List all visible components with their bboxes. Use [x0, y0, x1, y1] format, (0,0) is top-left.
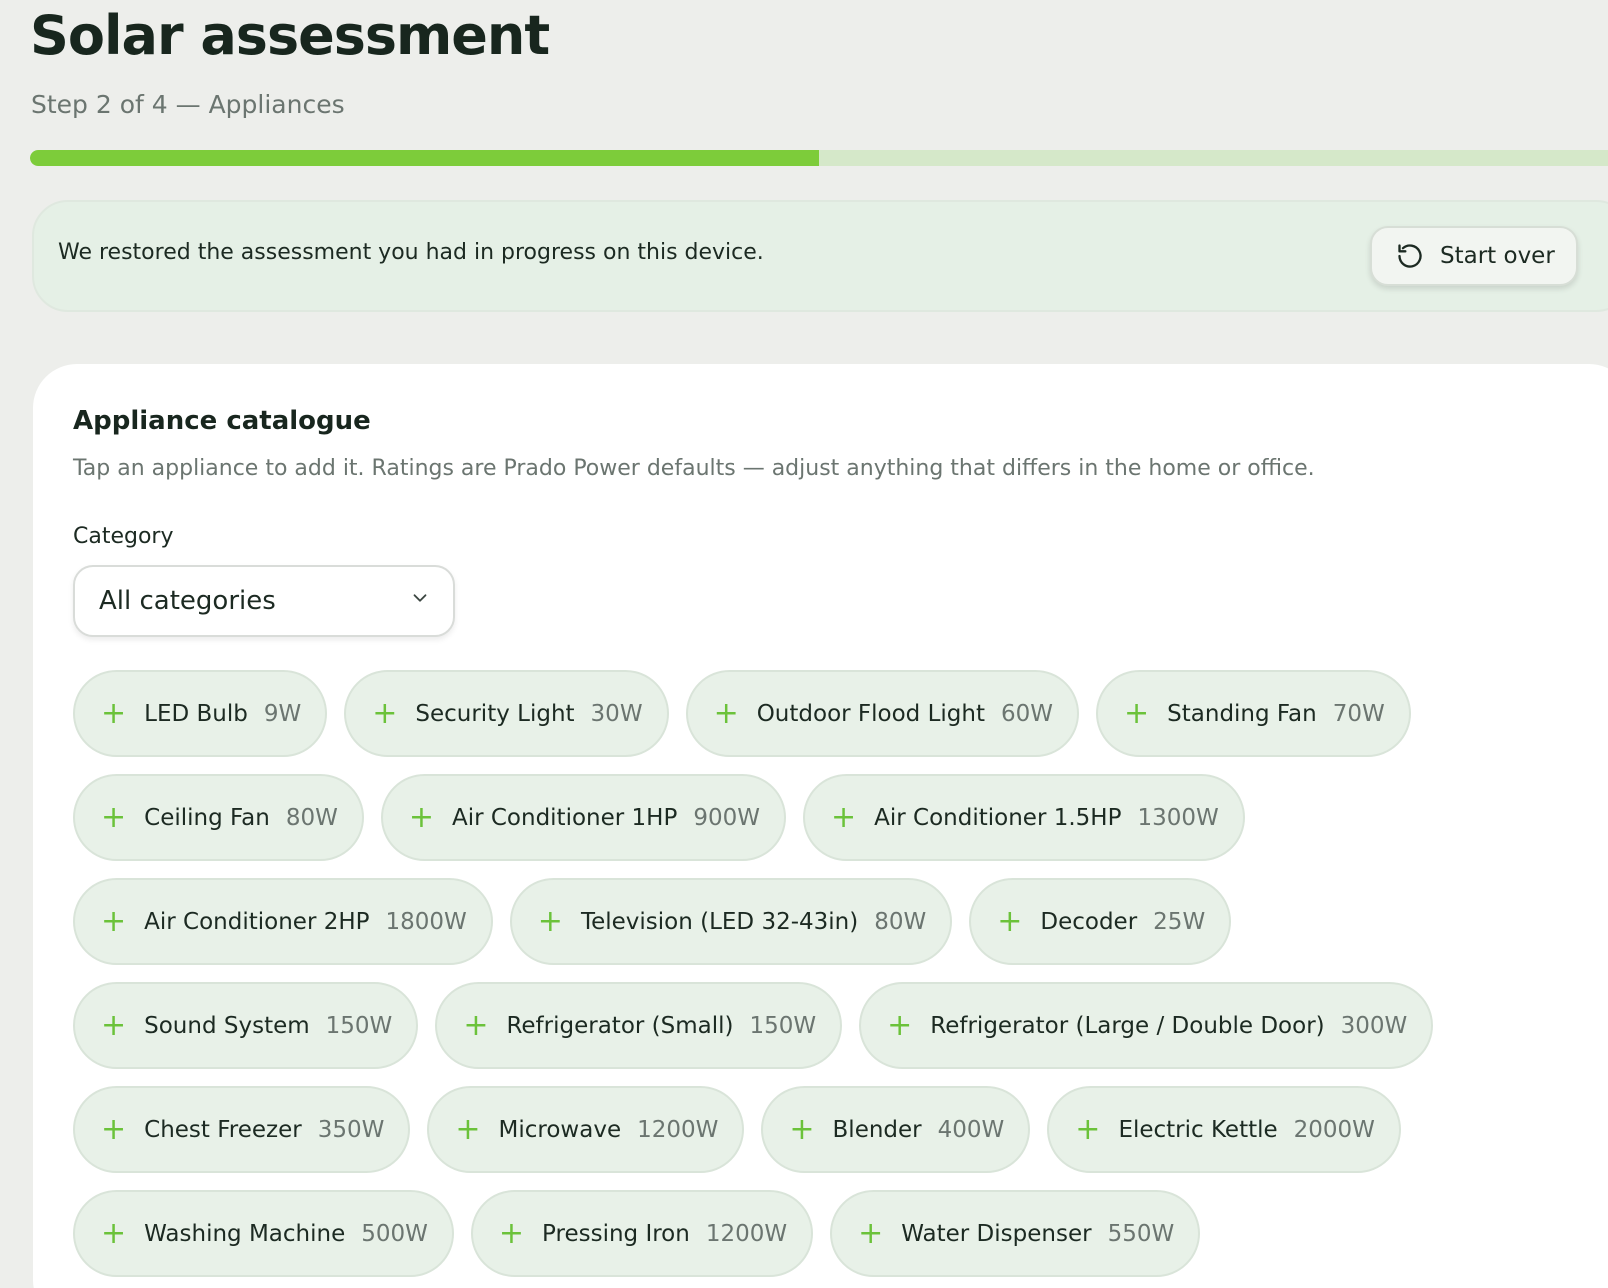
appliance-name: Outdoor Flood Light: [756, 700, 985, 727]
appliance-chip[interactable]: + Standing Fan 70W: [1096, 670, 1411, 757]
page: Solar assessment Step 2 of 4 — Appliance…: [0, 0, 1608, 1288]
appliance-wattage: 25W: [1153, 908, 1206, 935]
plus-icon: +: [372, 695, 398, 731]
plus-icon: +: [713, 695, 739, 731]
appliance-name: Decoder: [1040, 908, 1138, 935]
appliance-name: LED Bulb: [144, 700, 248, 727]
plus-icon: +: [408, 799, 434, 835]
appliance-wattage: 1300W: [1137, 804, 1219, 831]
appliance-chip[interactable]: + Ceiling Fan 80W: [73, 774, 364, 861]
appliance-wattage: 150W: [749, 1012, 817, 1039]
plus-icon: +: [101, 799, 127, 835]
appliance-chip[interactable]: + Air Conditioner 1HP 900W: [380, 774, 786, 861]
appliance-wattage: 80W: [874, 908, 927, 935]
plus-icon: +: [1075, 1111, 1101, 1147]
appliance-name: Refrigerator (Small): [506, 1012, 734, 1039]
appliance-chip[interactable]: + Air Conditioner 1.5HP 1300W: [803, 774, 1245, 861]
appliance-name: Air Conditioner 2HP: [144, 908, 370, 935]
plus-icon: +: [101, 1007, 127, 1043]
appliance-wattage: 60W: [1001, 700, 1054, 727]
appliance-wattage: 1800W: [385, 908, 467, 935]
appliance-wattage: 550W: [1107, 1220, 1175, 1247]
plus-icon: +: [463, 1007, 489, 1043]
appliance-chip[interactable]: + Air Conditioner 2HP 1800W: [73, 878, 493, 965]
appliance-name: Blender: [832, 1116, 922, 1143]
plus-icon: +: [831, 799, 857, 835]
appliance-chip[interactable]: + Microwave 1200W: [427, 1086, 745, 1173]
appliance-chip[interactable]: + Electric Kettle 2000W: [1047, 1086, 1401, 1173]
plus-icon: +: [997, 903, 1023, 939]
appliance-name: Sound System: [144, 1012, 310, 1039]
appliance-catalogue-card: Appliance catalogue Tap an appliance to …: [33, 364, 1608, 1288]
plus-icon: +: [858, 1215, 884, 1251]
category-select[interactable]: All categories: [73, 565, 455, 637]
appliance-wattage: 1200W: [637, 1116, 719, 1143]
appliance-wattage: 150W: [325, 1012, 393, 1039]
chevron-down-icon: [409, 586, 431, 616]
catalogue-description: Tap an appliance to add it. Ratings are …: [73, 456, 1315, 481]
appliance-name: Refrigerator (Large / Double Door): [930, 1012, 1325, 1039]
start-over-button[interactable]: Start over: [1370, 226, 1578, 286]
plus-icon: +: [101, 695, 127, 731]
step-indicator: Step 2 of 4 — Appliances: [31, 90, 345, 119]
appliance-name: Pressing Iron: [542, 1220, 690, 1247]
appliance-name: Microwave: [498, 1116, 622, 1143]
appliance-wattage: 2000W: [1293, 1116, 1375, 1143]
plus-icon: +: [455, 1111, 481, 1147]
appliance-chip[interactable]: + Security Light 30W: [344, 670, 669, 757]
appliance-wattage: 30W: [590, 700, 643, 727]
progress-bar-fill: [30, 150, 819, 166]
appliance-chip[interactable]: + Pressing Iron 1200W: [470, 1190, 814, 1277]
appliance-wattage: 500W: [361, 1220, 428, 1247]
appliance-wattage: 900W: [693, 804, 760, 831]
appliance-chip[interactable]: + Water Dispenser 550W: [830, 1190, 1201, 1277]
appliance-chip[interactable]: + Refrigerator (Large / Double Door) 300W: [859, 982, 1434, 1069]
plus-icon: +: [101, 1111, 127, 1147]
catalogue-title: Appliance catalogue: [73, 406, 371, 436]
appliance-wattage: 300W: [1340, 1012, 1408, 1039]
restore-notice: We restored the assessment you had in pr…: [32, 200, 1608, 312]
appliance-chip[interactable]: + LED Bulb 9W: [73, 670, 328, 757]
progress-bar: [30, 150, 1608, 166]
appliance-chip[interactable]: + Outdoor Flood Light 60W: [685, 670, 1080, 757]
page-title: Solar assessment: [30, 4, 550, 67]
appliance-chip[interactable]: + Blender 400W: [761, 1086, 1031, 1173]
appliance-name: Washing Machine: [144, 1220, 346, 1247]
appliance-name: Electric Kettle: [1118, 1116, 1278, 1143]
appliance-wattage: 350W: [317, 1116, 385, 1143]
appliance-name: Water Dispenser: [901, 1220, 1092, 1247]
appliance-list: + LED Bulb 9W + Security Light 30W + Outdoor Fl…: [73, 670, 1593, 1277]
restart-icon: [1396, 242, 1424, 270]
appliance-name: Air Conditioner 1HP: [451, 804, 678, 831]
appliance-wattage: 70W: [1332, 700, 1385, 727]
appliance-name: Standing Fan: [1167, 700, 1317, 727]
plus-icon: +: [101, 1215, 127, 1251]
appliance-wattage: 80W: [285, 804, 338, 831]
appliance-wattage: 9W: [263, 700, 302, 727]
appliance-chip[interactable]: + Chest Freezer 350W: [73, 1086, 411, 1173]
appliance-chip[interactable]: + Refrigerator (Small) 150W: [435, 982, 843, 1069]
plus-icon: +: [537, 903, 563, 939]
plus-icon: +: [887, 1007, 913, 1043]
plus-icon: +: [498, 1215, 525, 1251]
start-over-label: Start over: [1440, 243, 1555, 269]
plus-icon: +: [1124, 695, 1150, 731]
appliance-wattage: 400W: [937, 1116, 1005, 1143]
category-label: Category: [73, 524, 174, 549]
restore-notice-text: We restored the assessment you had in pr…: [58, 240, 764, 265]
plus-icon: +: [789, 1111, 815, 1147]
plus-icon: +: [101, 903, 127, 939]
appliance-chip[interactable]: + Sound System 150W: [73, 982, 419, 1069]
appliance-chip[interactable]: + Decoder 25W: [969, 878, 1232, 965]
appliance-name: Air Conditioner 1.5HP: [874, 804, 1122, 831]
appliance-name: Television (LED 32-43in): [580, 908, 859, 935]
appliance-name: Security Light: [415, 700, 575, 727]
category-select-value: All categories: [99, 586, 276, 616]
appliance-chip[interactable]: + Television (LED 32-43in) 80W: [509, 878, 953, 965]
appliance-name: Ceiling Fan: [144, 804, 270, 831]
appliance-chip[interactable]: + Washing Machine 500W: [73, 1190, 454, 1277]
appliance-name: Chest Freezer: [144, 1116, 302, 1143]
appliance-wattage: 1200W: [705, 1220, 788, 1247]
